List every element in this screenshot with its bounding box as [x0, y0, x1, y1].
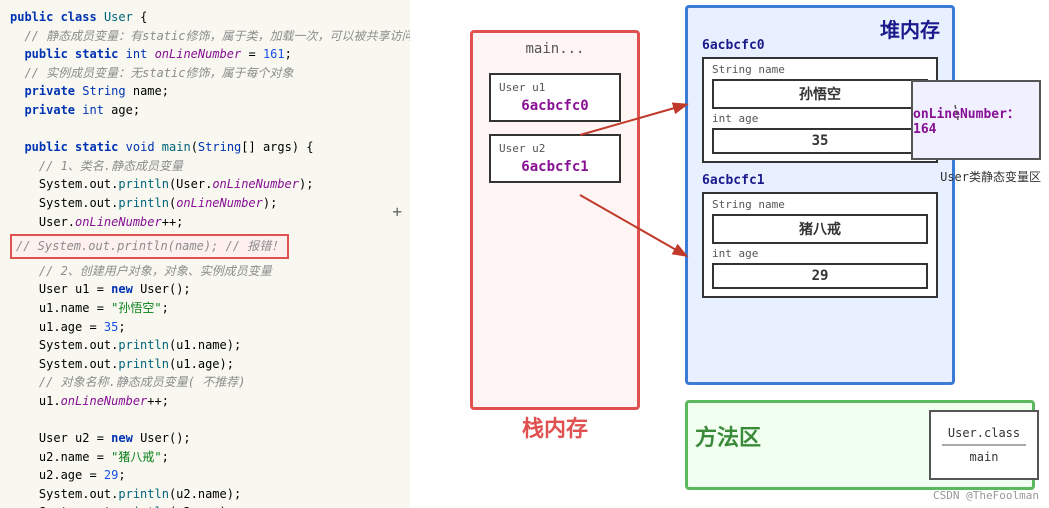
- stack-title: 栈内存: [473, 411, 637, 443]
- heap-field-age-value-2: 29: [712, 263, 928, 289]
- stack-slot-u2: User u2 6acbcfc1: [489, 134, 621, 183]
- heap-field-name-label-2: String name: [712, 198, 928, 211]
- stack-slot-u2-label: User u2: [499, 142, 611, 155]
- heap-obj-2-box: String name 猪八戒 int age 29: [702, 192, 938, 298]
- stack-main-label: main...: [473, 33, 637, 61]
- heap-field-name-label-1: String name: [712, 63, 928, 76]
- heap-field-name-value-2: 猪八戒: [712, 214, 928, 244]
- error-comment: // System.out.println(name); // 报错！: [10, 234, 289, 259]
- code-panel: public class User { // 静态成员变量：有static修饰，…: [0, 0, 410, 508]
- stack-slot-u2-value: 6acbcfc1: [499, 159, 611, 175]
- static-var-label: User类静态变量区: [940, 168, 1041, 185]
- heap-title: 堆内存: [880, 14, 940, 43]
- method-file-main: main: [970, 450, 999, 464]
- heap-field-age-label-1: int age: [712, 112, 928, 125]
- heap-obj-1-box: String name 孙悟空 int age 35: [702, 57, 938, 163]
- heap-obj-2: 6acbcfc1 String name 猪八戒 int age 29: [702, 173, 938, 298]
- watermark: CSDN @TheFoolman: [933, 489, 1039, 502]
- heap-obj-2-addr: 6acbcfc1: [702, 173, 938, 188]
- stack-memory-box: main... User u1 6acbcfc0 User u2 6acbcfc…: [470, 30, 640, 410]
- heap-obj-1: 6acbcfc0 String name 孙悟空 int age 35: [702, 38, 938, 163]
- stack-slot-u1: User u1 6acbcfc0: [489, 73, 621, 122]
- heap-field-age-value-1: 35: [712, 128, 928, 154]
- heap-field-name-value-1: 孙悟空: [712, 79, 928, 109]
- heap-memory-box: 堆内存 6acbcfc0 String name 孙悟空 int age 35 …: [685, 5, 955, 385]
- static-var-box: onLineNumber：164: [911, 80, 1041, 160]
- plus-icon: +: [392, 200, 402, 225]
- heap-field-age-label-2: int age: [712, 247, 928, 260]
- error-highlight-line: // System.out.println(name); // 报错！: [10, 233, 400, 260]
- code-content-2: // 2、创建用户对象，对象、实例成员变量 User u1 = new User…: [10, 262, 400, 508]
- method-area-title: 方法区: [695, 420, 761, 452]
- method-file-userclass: User.class: [948, 426, 1020, 440]
- method-files-box: User.class main: [929, 410, 1039, 480]
- diagram-panel: main... User u1 6acbcfc0 User u2 6acbcfc…: [410, 0, 1049, 508]
- code-content: public class User { // 静态成员变量：有static修饰，…: [10, 8, 400, 231]
- static-var-value: onLineNumber：164: [913, 103, 1039, 137]
- stack-slot-u1-value: 6acbcfc0: [499, 98, 611, 114]
- stack-slot-u1-label: User u1: [499, 81, 611, 94]
